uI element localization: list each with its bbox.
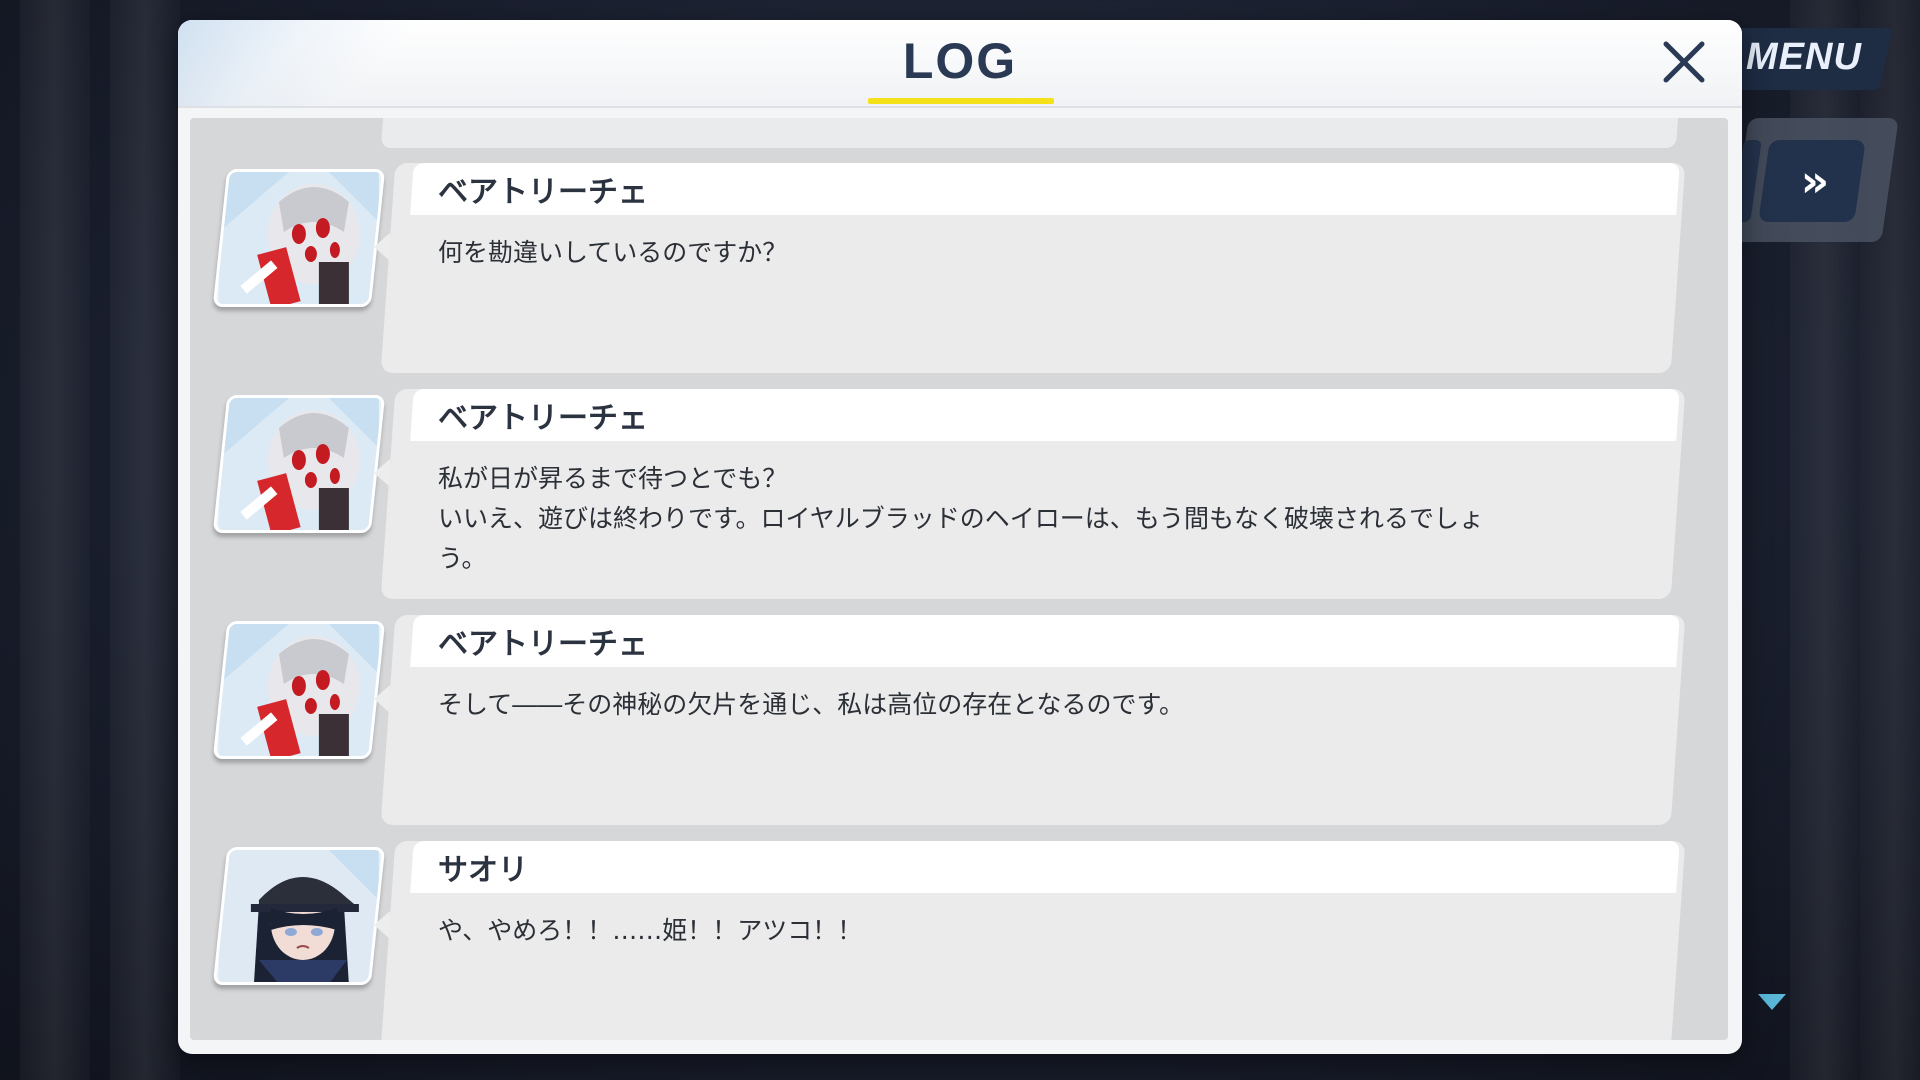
log-entry: ベアトリーチェ 何を勘違いしているのですか？: [190, 163, 1728, 373]
log-entry: ベアトリーチェ 私が日が昇るまで待つとでも？ いいえ、遊びは終わりです。ロイヤル…: [190, 389, 1728, 599]
beatrice-portrait-icon: [218, 172, 379, 307]
speaker-name: ベアトリーチェ: [438, 627, 648, 662]
speaker-portrait: [212, 395, 386, 533]
close-icon: [1663, 41, 1705, 83]
saori-portrait-icon: [218, 850, 379, 984]
scroll-down-icon[interactable]: [1758, 994, 1786, 1010]
log-entry: ベアトリーチェ そして――その神秘の欠片を通じ、私は高位の存在となるのです。: [190, 615, 1728, 825]
beatrice-portrait-icon: [218, 624, 379, 759]
log-dialog: LOG ベアトリーチェ 何を勘違いしているのですか？ ベアトリーチェ 私が日が昇…: [178, 20, 1742, 1054]
close-button[interactable]: [1656, 34, 1712, 90]
previous-entry-fragment: [380, 118, 1679, 148]
beatrice-portrait-icon: [218, 398, 379, 533]
message-text: や、やめろ！！……姫！！アツコ！！: [438, 916, 863, 945]
speaker-name: サオリ: [438, 853, 528, 888]
speaker-portrait: [212, 169, 386, 307]
bubble-tail: [374, 911, 390, 939]
log-header: LOG: [178, 20, 1742, 108]
message-text: 何を勘違いしているのですか？: [438, 238, 788, 267]
double-chevron-right-icon: »: [1800, 155, 1830, 207]
speaker-portrait: [212, 847, 386, 985]
speaker-name: ベアトリーチェ: [438, 401, 648, 436]
message-text: 私が日が昇るまで待つとでも？ いいえ、遊びは終わりです。ロイヤルブラッドのヘイロ…: [438, 464, 1485, 573]
speaker-name-bar: [410, 841, 1680, 893]
bubble-tail: [374, 459, 390, 487]
speaker-name: ベアトリーチェ: [438, 175, 648, 210]
log-entry: サオリ や、やめろ！！……姫！！アツコ！！: [190, 841, 1728, 1040]
message-text: そして――その神秘の欠片を通じ、私は高位の存在となるのです。: [438, 690, 1185, 719]
title-underline: [868, 98, 1054, 104]
menu-label: MENU: [1746, 36, 1862, 78]
log-list[interactable]: ベアトリーチェ 何を勘違いしているのですか？ ベアトリーチェ 私が日が昇るまで待…: [190, 118, 1728, 1040]
bubble-tail: [374, 685, 390, 713]
log-title: LOG: [902, 33, 1018, 89]
speaker-portrait: [212, 621, 386, 759]
bubble-tail: [374, 233, 390, 261]
